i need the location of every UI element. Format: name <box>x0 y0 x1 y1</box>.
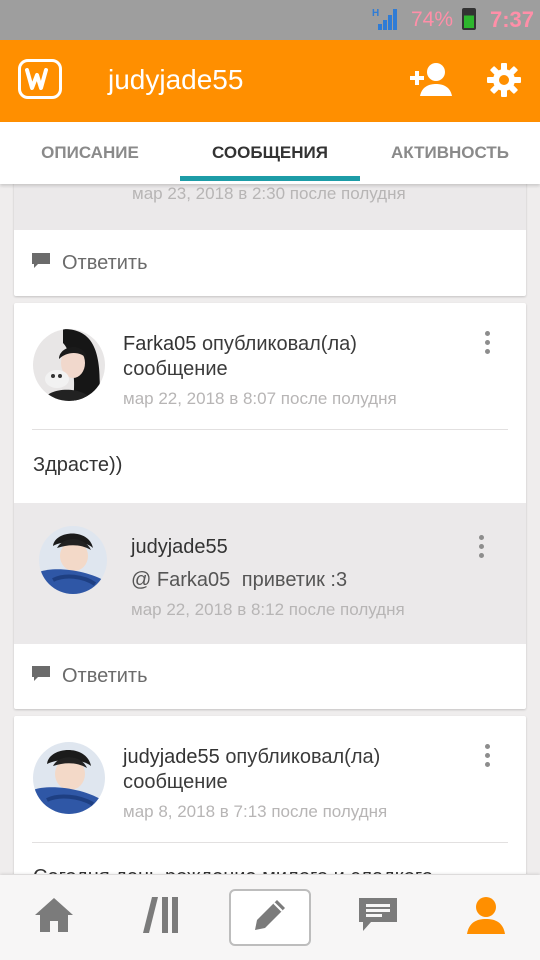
message-card: judyjade55 опубликовал(ла) сообщение мар… <box>14 716 526 874</box>
post-body: Сегодня день рождение милого и сладкого <box>33 866 433 874</box>
reply-author[interactable]: judyjade55 <box>131 536 228 559</box>
pencil-icon <box>253 898 287 937</box>
post-author[interactable]: judyjade55 <box>123 746 220 768</box>
avatar[interactable] <box>39 526 107 594</box>
reply-text-line: @ Farka05 приветик :3 <box>131 569 347 592</box>
profile-username-title: judyjade55 <box>108 64 244 95</box>
add-user-icon[interactable] <box>410 62 452 103</box>
post-author[interactable]: Farka05 <box>123 333 196 355</box>
app-bar: judyjade55 <box>0 40 540 122</box>
post-action: опубликовал(ла) <box>201 333 357 355</box>
home-icon <box>35 898 73 937</box>
divider <box>32 429 508 430</box>
more-options-icon[interactable] <box>471 535 491 558</box>
post-date: мар 22, 2018 в 8:07 после полудня <box>123 389 397 408</box>
reply-date: мар 23, 2018 в 2:30 после полудня <box>132 184 406 203</box>
reply-block: мар 23, 2018 в 2:30 после полудня <box>14 184 526 230</box>
battery-percent: 74% <box>411 8 454 31</box>
comment-icon <box>32 665 50 688</box>
bottom-navigation <box>0 875 540 960</box>
reply-date: мар 22, 2018 в 8:12 после полудня <box>131 600 405 619</box>
avatar[interactable] <box>33 742 105 814</box>
status-bar: H 74% 7:37 <box>0 0 540 40</box>
signal-icon: H <box>372 6 400 37</box>
post-date: мар 8, 2018 в 7:13 после полудня <box>123 802 388 821</box>
post-header: Farka05 опубликовал(ла) сообщение <box>123 332 357 382</box>
reply-mention[interactable]: @ Farka05 <box>131 569 230 591</box>
nav-library[interactable] <box>108 875 216 960</box>
post-header: judyjade55 опубликовал(ла) сообщение <box>123 745 380 795</box>
tab-active-indicator <box>180 176 360 181</box>
profile-tabs: ОПИСАНИЕ СООБЩЕНИЯ АКТИВНОСТЬ <box>0 122 540 184</box>
nav-write[interactable] <box>216 875 324 960</box>
message-card: мар 23, 2018 в 2:30 после полудня Ответи… <box>14 184 526 296</box>
clock: 7:37 <box>490 7 535 32</box>
nav-profile[interactable] <box>432 875 540 960</box>
battery-icon <box>462 8 476 30</box>
tab-messages[interactable]: СООБЩЕНИЯ <box>180 122 360 184</box>
nav-messages[interactable] <box>324 875 432 960</box>
svg-text:H: H <box>372 8 379 19</box>
tab-description[interactable]: ОПИСАНИЕ <box>0 122 180 184</box>
reply-button[interactable]: Ответить <box>32 665 148 688</box>
messages-icon <box>359 898 397 937</box>
reply-button[interactable]: Ответить <box>32 252 148 275</box>
profile-icon <box>467 896 505 939</box>
post-action: опубликовал(ла) <box>225 746 381 768</box>
reply-label: Ответить <box>62 665 148 687</box>
library-icon <box>143 897 181 938</box>
reply-text: приветик :3 <box>241 569 348 591</box>
post-body: Здрасте)) <box>33 454 123 476</box>
nav-home[interactable] <box>0 875 108 960</box>
message-feed[interactable]: мар 23, 2018 в 2:30 после полудня Ответи… <box>0 184 540 874</box>
more-options-icon[interactable] <box>477 744 497 767</box>
write-button[interactable] <box>229 889 311 946</box>
message-card: Farka05 опубликовал(ла) сообщение мар 22… <box>14 303 526 709</box>
reply-label: Ответить <box>62 252 148 274</box>
gear-icon[interactable] <box>486 62 522 103</box>
reply-block: judyjade55 @ Farka05 приветик :3 мар 22,… <box>14 503 526 644</box>
more-options-icon[interactable] <box>477 331 497 354</box>
comment-icon <box>32 252 50 275</box>
divider <box>32 842 508 843</box>
tab-activity[interactable]: АКТИВНОСТЬ <box>360 122 540 184</box>
avatar[interactable] <box>33 329 105 401</box>
wattpad-logo-icon[interactable] <box>18 59 62 99</box>
post-action-object: сообщение <box>123 771 228 793</box>
post-action-object: сообщение <box>123 358 228 380</box>
